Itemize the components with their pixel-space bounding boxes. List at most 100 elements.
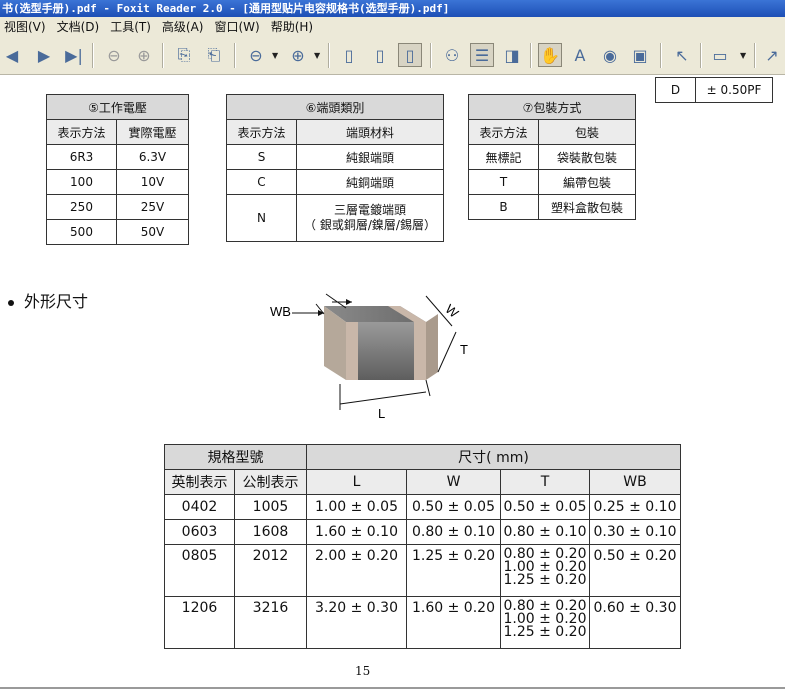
toolbar-separator	[162, 43, 164, 68]
last-page-icon[interactable]: ▶|	[62, 43, 86, 67]
menu-window[interactable]: 窗口(W)	[210, 17, 266, 37]
table-cell: 0402	[164, 494, 235, 520]
arrow-icon	[346, 299, 352, 305]
dimension-line	[425, 379, 431, 397]
menu-bar: 视图(V) 文档(D) 工具(T) 高级(A) 窗口(W) 帮助(H)	[0, 17, 785, 37]
section-heading-text: 外形尺寸	[24, 292, 89, 311]
table-cell: 1.25 ± 0.20	[406, 544, 501, 597]
chip-termination-left	[346, 322, 358, 380]
table-header: 表示方法	[226, 119, 297, 145]
toolbar-separator	[530, 43, 532, 68]
continuous-icon[interactable]: ▯	[368, 43, 392, 67]
zoom-out-dropdown-icon[interactable]: ▼	[272, 51, 278, 60]
rotate-right-icon[interactable]: ⎗	[202, 43, 226, 67]
select-arrow-icon[interactable]: ↖	[670, 43, 694, 67]
toolbar-separator	[700, 43, 702, 68]
table-cell: 1005	[234, 494, 307, 520]
zoom-in-dropdown-icon[interactable]: ▼	[314, 51, 320, 60]
table-header: 英制表示	[164, 469, 235, 495]
table-cell: T	[468, 169, 539, 195]
annotate-dropdown-icon[interactable]: ▼	[740, 51, 746, 60]
facing-icon[interactable]: ▯	[398, 43, 422, 67]
label-t: T	[460, 342, 468, 357]
zoom-in-icon[interactable]: ⊕	[286, 43, 310, 67]
image-tool-icon[interactable]: ▣	[628, 43, 652, 67]
dimension-line	[325, 293, 347, 309]
snapshot-icon[interactable]: ◉	[598, 43, 622, 67]
zoom-out-icon[interactable]: ⊖	[244, 43, 268, 67]
page-number: 15	[355, 664, 371, 678]
find-icon[interactable]: ⚇	[440, 43, 464, 67]
table-cell: 2012	[234, 544, 307, 597]
table-cell: 25V	[116, 194, 189, 220]
table-cell: 0.50 ± 0.20	[589, 544, 681, 597]
chip-dimension-diagram: WB W T L	[270, 293, 468, 421]
table-header: 表示方法	[46, 119, 117, 145]
chip-termination-right	[414, 322, 426, 380]
table-header: 端頭材料	[296, 119, 444, 145]
next-page-icon[interactable]: ▶	[32, 43, 56, 67]
table-header: 實際電壓	[116, 119, 189, 145]
terminal-n-line2: （ 銀或銅層/鎳層/錫層）	[304, 218, 436, 232]
annotate-icon[interactable]: ▭	[708, 43, 732, 67]
table-cell: 1.00 ± 0.05	[306, 494, 407, 520]
table-title: 規格型號	[164, 444, 307, 470]
table-cell: 純銅端頭	[296, 169, 444, 195]
t-value: 1.25 ± 0.20	[503, 572, 587, 588]
table-header: 公制表示	[234, 469, 307, 495]
toolbar-separator	[430, 43, 432, 68]
menu-advanced[interactable]: 高级(A)	[158, 17, 211, 37]
dimension-table: 規格型號 尺寸( mm) 英制表示 公制表示 L W T WB 0402 100…	[164, 444, 681, 649]
table-cell: 10V	[116, 169, 189, 195]
table-cell: B	[468, 194, 539, 220]
table-cell: ± 0.50PF	[695, 77, 773, 103]
table-cell: 0.80 ± 0.10	[500, 519, 590, 545]
table-header: T	[500, 469, 590, 495]
table-cell: 編帶包裝	[538, 169, 636, 195]
chip-side-face	[426, 314, 438, 380]
label-l: L	[378, 406, 385, 421]
menu-view[interactable]: 视图(V)	[0, 17, 53, 37]
table-header: 表示方法	[468, 119, 539, 145]
table-cell: 1.60 ± 0.10	[306, 519, 407, 545]
menu-help[interactable]: 帮助(H)	[267, 17, 320, 37]
forward-icon[interactable]: ⊕	[132, 43, 156, 67]
table-title: ⑥端頭類別	[226, 94, 444, 120]
section-heading: 外形尺寸	[8, 288, 88, 312]
toolbar-separator	[754, 43, 756, 68]
text-select-icon[interactable]: A	[568, 43, 592, 67]
thumbnails-icon[interactable]: ◨	[500, 43, 524, 67]
table-title: ⑤工作電壓	[46, 94, 189, 120]
table-cell: 50V	[116, 219, 189, 245]
table-cell: 100	[46, 169, 117, 195]
menu-document[interactable]: 文档(D)	[53, 17, 107, 37]
table-cell: 0.30 ± 0.10	[589, 519, 681, 545]
toolbar-separator	[328, 43, 330, 68]
menu-tools[interactable]: 工具(T)	[106, 17, 158, 37]
toolbar-separator	[234, 43, 236, 68]
dimension-line	[339, 391, 427, 405]
table-header: 包裝	[538, 119, 636, 145]
bookmarks-icon[interactable]: ☰	[470, 43, 494, 67]
hand-tool-icon[interactable]: ✋	[538, 43, 562, 67]
bullet-icon	[8, 299, 14, 306]
rotate-left-icon[interactable]: ⎘	[172, 43, 196, 67]
table-row: 1206 3216 3.20 ± 0.30 1.60 ± 0.20 0.80 ±…	[164, 596, 681, 649]
table-cell: 6.3V	[116, 144, 189, 170]
first-page-icon[interactable]: ◀	[0, 43, 24, 67]
table-cell: S	[226, 144, 297, 170]
table-cell: 無標記	[468, 144, 539, 170]
table-cell: 2.00 ± 0.20	[306, 544, 407, 597]
arrow-tool-icon[interactable]: ↗	[760, 43, 784, 67]
back-icon[interactable]: ⊖	[102, 43, 126, 67]
table-cell: 0.50 ± 0.05	[500, 494, 590, 520]
single-page-icon[interactable]: ▯	[337, 43, 361, 67]
table-cell: 0603	[164, 519, 235, 545]
table-cell: 6R3	[46, 144, 117, 170]
voltage-table: ⑤工作電壓 表示方法 實際電壓 6R3 6.3V 100 10V 250 25V 50…	[46, 94, 189, 245]
table-row: 0402 1005 1.00 ± 0.05 0.50 ± 0.05 0.50 ±…	[164, 494, 681, 520]
table-cell: 0.80 ± 0.10	[406, 519, 501, 545]
table-cell: 塑料盒散包裝	[538, 194, 636, 220]
table-cell: 3216	[234, 596, 307, 649]
t-value: 1.25 ± 0.20	[503, 624, 587, 640]
